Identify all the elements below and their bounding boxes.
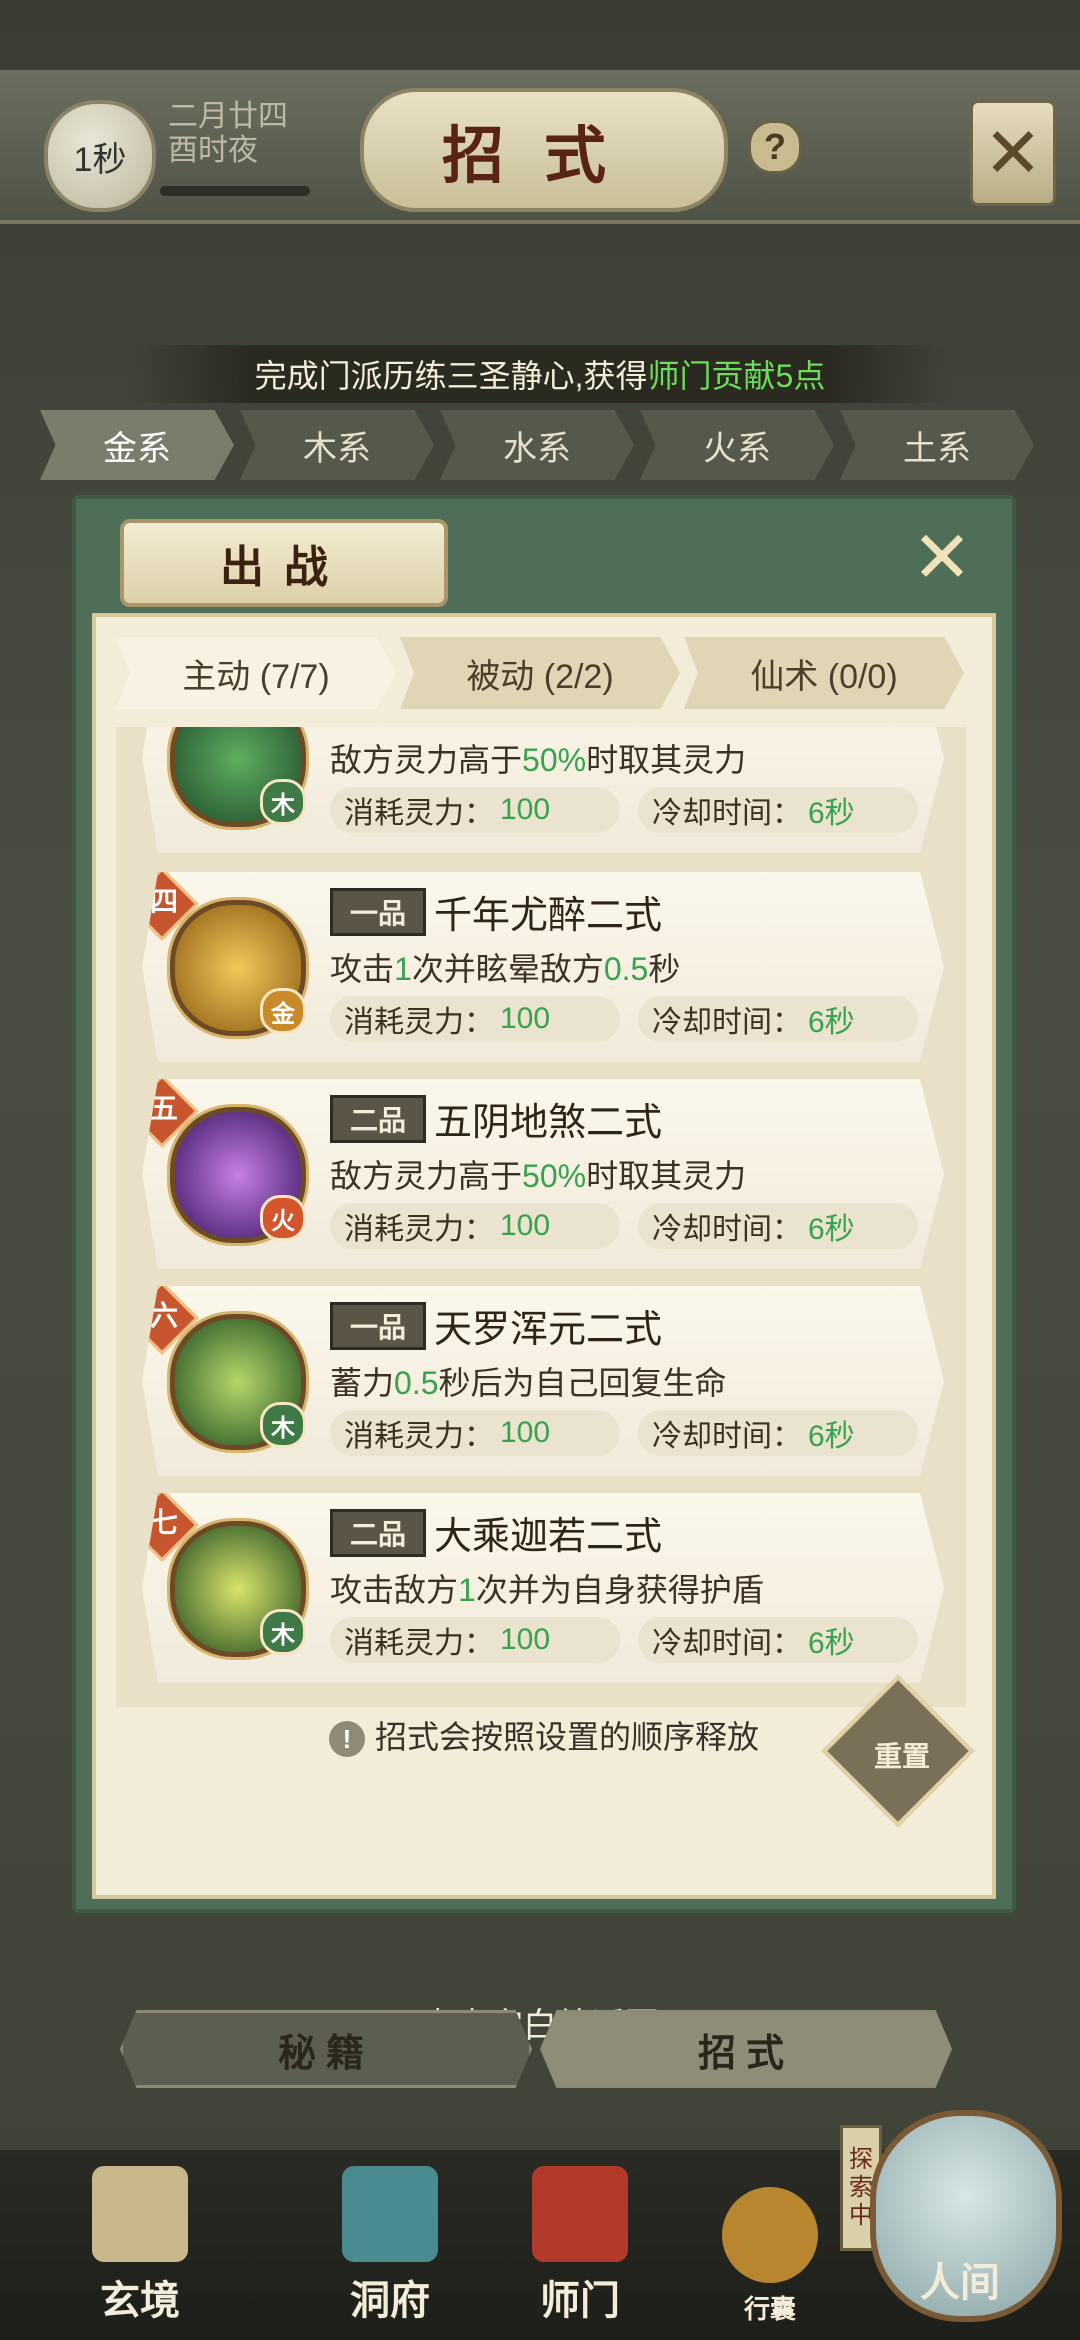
- tab-element-earth[interactable]: 土系: [840, 410, 1034, 480]
- rank-label: 七: [149, 1507, 178, 1538]
- element-badge: 木: [260, 1609, 306, 1655]
- nav-xingnang[interactable]: 行囊: [690, 2166, 850, 2326]
- skill-name: 天罗浑元二式: [434, 1309, 663, 1351]
- skill-card[interactable]: 五 火 二品 五阴地煞二式 敌方灵力高于50%时取其灵力 消耗灵力： 100 冷却…: [142, 1079, 944, 1269]
- rank-label: 六: [149, 1300, 178, 1331]
- rank-label: 五: [149, 1093, 178, 1124]
- cooldown-pill: 冷却时间： 6秒: [638, 787, 918, 833]
- cooldown-pill: 冷却时间： 6秒: [638, 1410, 918, 1456]
- banner-icon: [532, 2166, 628, 2262]
- cooldown-pill: 冷却时间： 6秒: [638, 1617, 918, 1663]
- event-notice: 完成门派历练三圣静心,获得 师门贡献5点: [130, 345, 950, 403]
- date-line-2: 酉时夜: [168, 134, 258, 167]
- timer-badge: 1秒: [44, 100, 156, 212]
- element-tabs: 金系 木系 水系 火系 土系: [40, 410, 1040, 480]
- cooldown-pill: 冷却时间： 6秒: [638, 1203, 918, 1249]
- skill-description: 敌方灵力高于50%时取其灵力: [330, 742, 747, 778]
- grade-tag: 二品: [330, 1095, 426, 1143]
- notice-highlight: 师门贡献5点: [647, 358, 826, 394]
- nav-dongfu[interactable]: 洞府: [310, 2166, 470, 2326]
- cost-pill: 消耗灵力： 100: [330, 1203, 620, 1249]
- tab-moves[interactable]: 招式: [540, 2010, 952, 2088]
- app-root: 1秒 二月廿四 酉时夜 招式 ? ✕ 完成门派历练三圣静心,获得 师门贡献5点 …: [0, 0, 1080, 2340]
- tab-element-metal[interactable]: 金系: [40, 410, 234, 480]
- grade-tag: 二品: [330, 1509, 426, 1557]
- element-badge: 木: [260, 1402, 306, 1448]
- cost-pill: 消耗灵力： 100: [330, 1617, 620, 1663]
- skill-card[interactable]: 七 木 二品 大乘迦若二式 攻击敌方1次并为自身获得护盾 消耗灵力： 100 冷却…: [142, 1493, 944, 1683]
- reset-label[interactable]: 重置: [852, 1735, 952, 1775]
- date-line-1: 二月廿四: [168, 100, 288, 133]
- cost-pill: 消耗灵力： 100: [330, 787, 620, 833]
- close-icon[interactable]: ✕: [970, 100, 1056, 206]
- grade-tag: 一品: [330, 888, 426, 936]
- tab-element-wood[interactable]: 木系: [240, 410, 434, 480]
- cost-pill: 消耗灵力： 100: [330, 1410, 620, 1456]
- element-badge: 木: [260, 779, 306, 825]
- pavilion-icon: [342, 2166, 438, 2262]
- skill-description: 蓄力0.5秒后为自己回复生命: [330, 1365, 727, 1401]
- info-icon: !: [328, 1721, 365, 1757]
- grade-tag: 一品: [330, 1302, 426, 1350]
- skill-description: 攻击敌方1次并为自身获得护盾: [330, 1572, 764, 1608]
- skill-description: 敌方灵力高于50%时取其灵力: [330, 1158, 747, 1194]
- scroll-icon: [92, 2166, 188, 2262]
- modal-close-icon[interactable]: ✕: [902, 517, 982, 598]
- page-title: 招式: [360, 88, 728, 212]
- modal-panel: 主动 (7/7) 被动 (2/2) 仙术 (0/0) 木 敌方灵力高于50%时取…: [92, 613, 996, 1899]
- skill-card[interactable]: 四 金 一品 千年尤醉二式 攻击1次并眩晕敌方0.5秒 消耗灵力： 100 冷却时…: [142, 872, 944, 1062]
- skill-card[interactable]: 木 敌方灵力高于50%时取其灵力 消耗灵力： 100 冷却时间： 6秒: [142, 727, 944, 853]
- cost-pill: 消耗灵力： 100: [330, 996, 620, 1042]
- nav-renjian[interactable]: 人间: [880, 2250, 1040, 2308]
- rank-label: 四: [149, 886, 178, 917]
- nav-xuanjing[interactable]: 玄境: [60, 2166, 220, 2326]
- skill-card[interactable]: 六 木 一品 天罗浑元二式 蓄力0.5秒后为自己回复生命 消耗灵力： 100 冷却…: [142, 1286, 944, 1476]
- tab-passive-skills[interactable]: 被动 (2/2): [400, 637, 680, 709]
- tab-manuals[interactable]: 秘籍: [120, 2010, 532, 2088]
- element-badge: 金: [260, 988, 306, 1034]
- modal-title: 出战: [120, 519, 448, 607]
- element-badge: 火: [260, 1195, 306, 1241]
- skill-name: 千年尤醉二式: [434, 895, 663, 937]
- nav-shimen[interactable]: 师门: [500, 2166, 660, 2326]
- skill-list[interactable]: 木 敌方灵力高于50%时取其灵力 消耗灵力： 100 冷却时间： 6秒 四 金 一品…: [116, 727, 966, 1707]
- tab-element-water[interactable]: 水系: [440, 410, 634, 480]
- game-date: 二月廿四 酉时夜: [168, 100, 288, 168]
- tab-element-fire[interactable]: 火系: [640, 410, 834, 480]
- hint-text: 招式会按照设置的顺序释放: [374, 1719, 759, 1755]
- cooldown-pill: 冷却时间： 6秒: [638, 996, 918, 1042]
- skill-name: 大乘迦若二式: [434, 1516, 663, 1558]
- skill-name: 五阴地煞二式: [434, 1102, 663, 1144]
- time-progress-bar: [160, 186, 310, 196]
- bottom-section-tabs: 秘籍 招式: [120, 2010, 960, 2088]
- header-bar: 1秒 二月廿四 酉时夜 招式 ? ✕: [0, 70, 1080, 224]
- notice-text: 完成门派历练三圣静心,获得: [254, 358, 648, 394]
- bag-icon: [722, 2187, 818, 2283]
- skill-type-tabs: 主动 (7/7) 被动 (2/2) 仙术 (0/0): [116, 637, 968, 709]
- tab-active-skills[interactable]: 主动 (7/7): [116, 637, 396, 709]
- help-icon[interactable]: ?: [748, 120, 802, 174]
- skill-description: 攻击1次并眩晕敌方0.5秒: [330, 951, 681, 987]
- tab-immortal-arts[interactable]: 仙术 (0/0): [684, 637, 964, 709]
- battle-modal: 出战 ✕ 主动 (7/7) 被动 (2/2) 仙术 (0/0) 木 敌方灵力高于…: [72, 495, 1016, 1913]
